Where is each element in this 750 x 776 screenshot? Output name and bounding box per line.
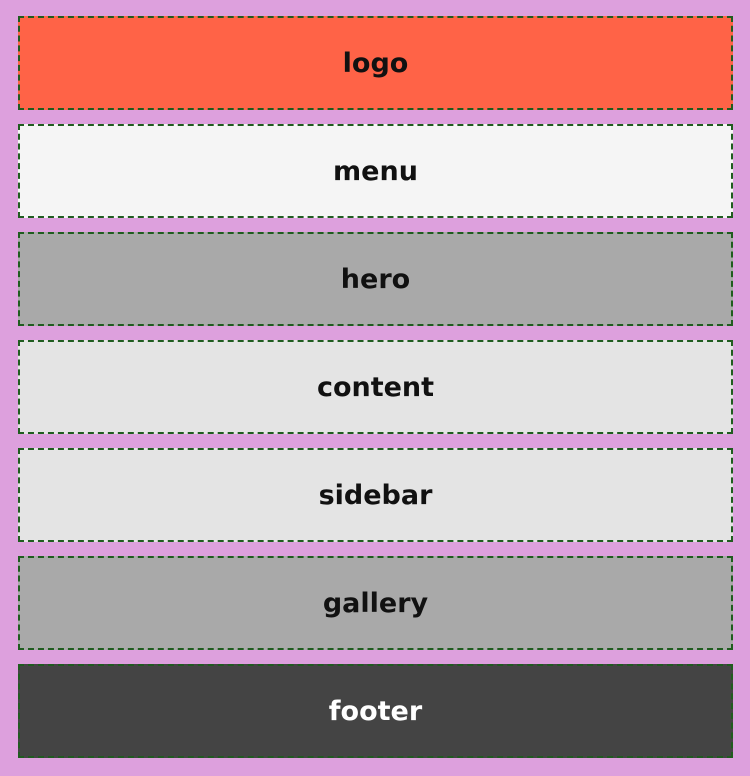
gallery-block: gallery	[18, 556, 733, 650]
layout-container: logo menu hero content sidebar gallery f…	[0, 0, 750, 776]
sidebar-block: sidebar	[18, 448, 733, 542]
footer-block: footer	[18, 664, 733, 758]
logo-block: logo	[18, 16, 733, 110]
menu-block: menu	[18, 124, 733, 218]
hero-block: hero	[18, 232, 733, 326]
content-block: content	[18, 340, 733, 434]
